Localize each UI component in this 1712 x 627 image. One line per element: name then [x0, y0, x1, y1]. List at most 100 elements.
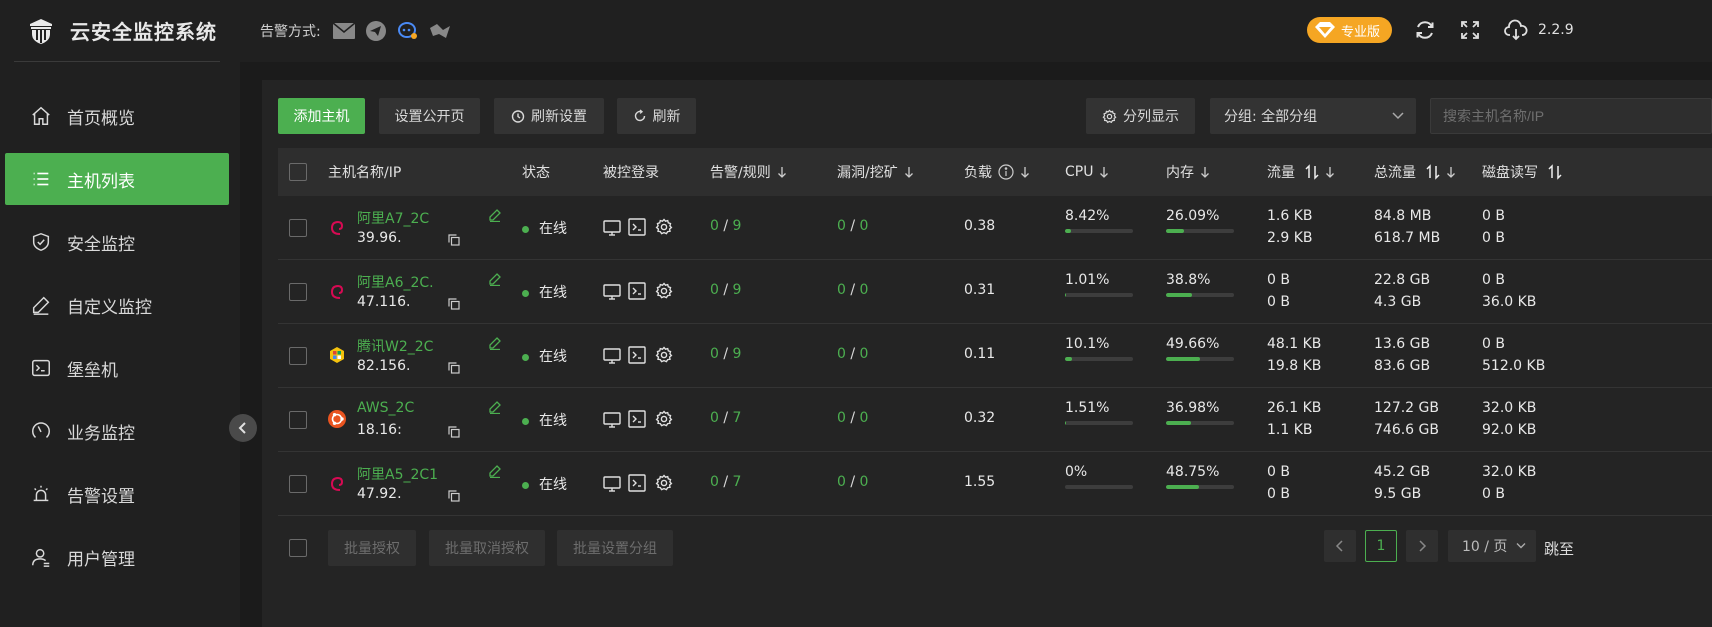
vuln-mining-count[interactable]: 0 / 0: [837, 346, 868, 362]
monitor-icon[interactable]: [603, 220, 621, 236]
sidebar-item-hosts[interactable]: 主机列表: [5, 153, 229, 205]
row-checkbox[interactable]: [289, 219, 307, 237]
edit-icon[interactable]: [488, 208, 502, 222]
page-number-current[interactable]: 1: [1365, 530, 1397, 562]
row-checkbox[interactable]: [289, 411, 307, 429]
vuln-mining-count[interactable]: 0 / 0: [837, 474, 868, 490]
fullscreen-icon[interactable]: [1458, 18, 1482, 42]
col-traffic[interactable]: 流量: [1267, 148, 1335, 196]
vuln-mining-count[interactable]: 0 / 0: [837, 410, 868, 426]
sidebar-collapse-button[interactable]: [229, 414, 257, 442]
batch-auth-button[interactable]: 批量授权: [328, 530, 416, 566]
group-select-value: 分组: 全部分组: [1224, 109, 1318, 125]
edit-icon[interactable]: [488, 336, 502, 350]
alert-rule-count[interactable]: 0 / 9: [710, 218, 741, 234]
alert-rule-count[interactable]: 0 / 7: [710, 410, 741, 426]
table-row[interactable]: AWS_2C 18.16: 在线 0 / 7 0 / 0 0.32 1.51% …: [278, 388, 1712, 452]
wecom-icon[interactable]: [429, 20, 451, 42]
col-load[interactable]: 负载: [964, 148, 1030, 196]
sidebar-item-custom-monitor[interactable]: 自定义监控: [5, 279, 229, 331]
col-vuln[interactable]: 漏洞/挖矿: [837, 148, 914, 196]
email-icon[interactable]: [332, 20, 355, 42]
copy-icon[interactable]: [448, 490, 460, 502]
windows-os-icon: [328, 346, 346, 368]
alert-rule-count[interactable]: 0 / 9: [710, 282, 741, 298]
prev-page-button[interactable]: [1324, 530, 1356, 562]
row-checkbox[interactable]: [289, 347, 307, 365]
terminal-icon[interactable]: [628, 218, 646, 236]
refresh-settings-button[interactable]: 刷新设置: [494, 98, 604, 134]
host-name-link[interactable]: 阿里A5_2C1: [357, 464, 438, 484]
column-display-button[interactable]: 分列显示: [1086, 98, 1195, 134]
host-name-link[interactable]: 阿里A6_2C.: [357, 272, 434, 292]
copy-icon[interactable]: [448, 362, 460, 374]
search-input[interactable]: [1430, 98, 1712, 134]
select-all-checkbox[interactable]: [289, 163, 307, 181]
host-name-link[interactable]: 腾讯W2_2C: [357, 336, 433, 356]
page-size-select[interactable]: 10 / 页: [1448, 530, 1536, 562]
row-checkbox[interactable]: [289, 475, 307, 493]
vuln-mining-count[interactable]: 0 / 0: [837, 218, 868, 234]
disk-write: 36.0 KB: [1482, 294, 1537, 310]
page-number-label: 1: [1376, 538, 1386, 554]
table-row[interactable]: 阿里A7_2C 39.96. 在线 0 / 9 0 / 0 0.38 8.42%…: [278, 196, 1712, 260]
terminal-icon[interactable]: [628, 410, 646, 428]
chevron-right-icon: [1419, 540, 1427, 552]
settings-gear-icon[interactable]: [655, 346, 673, 364]
dingtalk-icon[interactable]: [397, 20, 419, 42]
sidebar-item-home[interactable]: 首页概览: [5, 90, 229, 142]
next-page-button[interactable]: [1406, 530, 1438, 562]
host-name-link[interactable]: AWS_2C: [357, 400, 414, 416]
public-page-button[interactable]: 设置公开页: [379, 98, 480, 134]
row-checkbox[interactable]: [289, 283, 307, 301]
group-select[interactable]: 分组: 全部分组: [1210, 98, 1416, 134]
settings-gear-icon[interactable]: [655, 474, 673, 492]
vuln-mining-count[interactable]: 0 / 0: [837, 282, 868, 298]
monitor-icon[interactable]: [603, 412, 621, 428]
total-traffic-up: 13.6 GB: [1374, 336, 1431, 352]
settings-gear-icon[interactable]: [655, 410, 673, 428]
host-name-link[interactable]: 阿里A7_2C: [357, 208, 429, 228]
cloud-download-icon[interactable]: [1504, 18, 1528, 42]
table-row[interactable]: 阿里A6_2C. 47.116. 在线 0 / 9 0 / 0 0.31 1.0…: [278, 260, 1712, 324]
col-alerts[interactable]: 告警/规则: [710, 148, 787, 196]
alert-rule-count[interactable]: 0 / 9: [710, 346, 741, 362]
table-row[interactable]: 腾讯W2_2C 82.156. 在线 0 / 9 0 / 0 0.11 10.1…: [278, 324, 1712, 388]
terminal-icon[interactable]: [628, 346, 646, 364]
copy-icon[interactable]: [448, 298, 460, 310]
col-cpu[interactable]: CPU: [1065, 148, 1109, 196]
sidebar-item-users[interactable]: 用户管理: [5, 531, 229, 583]
terminal-icon[interactable]: [628, 282, 646, 300]
alert-rule-count[interactable]: 0 / 7: [710, 474, 741, 490]
user-icon: [29, 545, 53, 569]
col-disk[interactable]: 磁盘读写: [1482, 148, 1562, 196]
footer-select-checkbox[interactable]: [289, 539, 307, 557]
table-row[interactable]: 阿里A5_2C1 47.92. 在线 0 / 7 0 / 0 1.55 0% 4…: [278, 452, 1712, 516]
monitor-icon[interactable]: [603, 348, 621, 364]
batch-group-button[interactable]: 批量设置分组: [557, 530, 673, 566]
col-total[interactable]: 总流量: [1374, 148, 1456, 196]
edit-icon[interactable]: [488, 464, 502, 478]
sidebar-item-business-monitor[interactable]: 业务监控: [5, 405, 229, 457]
sort-down-icon: [904, 167, 913, 178]
sync-icon[interactable]: [1413, 18, 1437, 42]
settings-gear-icon[interactable]: [655, 282, 673, 300]
batch-unauth-button[interactable]: 批量取消授权: [429, 530, 545, 566]
pro-edition-badge[interactable]: 专业版: [1307, 17, 1393, 43]
total-traffic-up: 22.8 GB: [1374, 272, 1431, 288]
add-host-button[interactable]: 添加主机: [278, 98, 365, 134]
sidebar-item-alert-settings[interactable]: 告警设置: [5, 468, 229, 520]
sidebar-item-bastion[interactable]: 堡垒机: [5, 342, 229, 394]
settings-gear-icon[interactable]: [655, 218, 673, 236]
col-mem[interactable]: 内存: [1166, 148, 1210, 196]
telegram-icon[interactable]: [365, 20, 387, 42]
copy-icon[interactable]: [448, 426, 460, 438]
refresh-button[interactable]: 刷新: [617, 98, 696, 134]
sidebar-item-security[interactable]: 安全监控: [5, 216, 229, 268]
monitor-icon[interactable]: [603, 476, 621, 492]
terminal-icon[interactable]: [628, 474, 646, 492]
edit-icon[interactable]: [488, 400, 502, 414]
copy-icon[interactable]: [448, 234, 460, 246]
monitor-icon[interactable]: [603, 284, 621, 300]
edit-icon[interactable]: [488, 272, 502, 286]
